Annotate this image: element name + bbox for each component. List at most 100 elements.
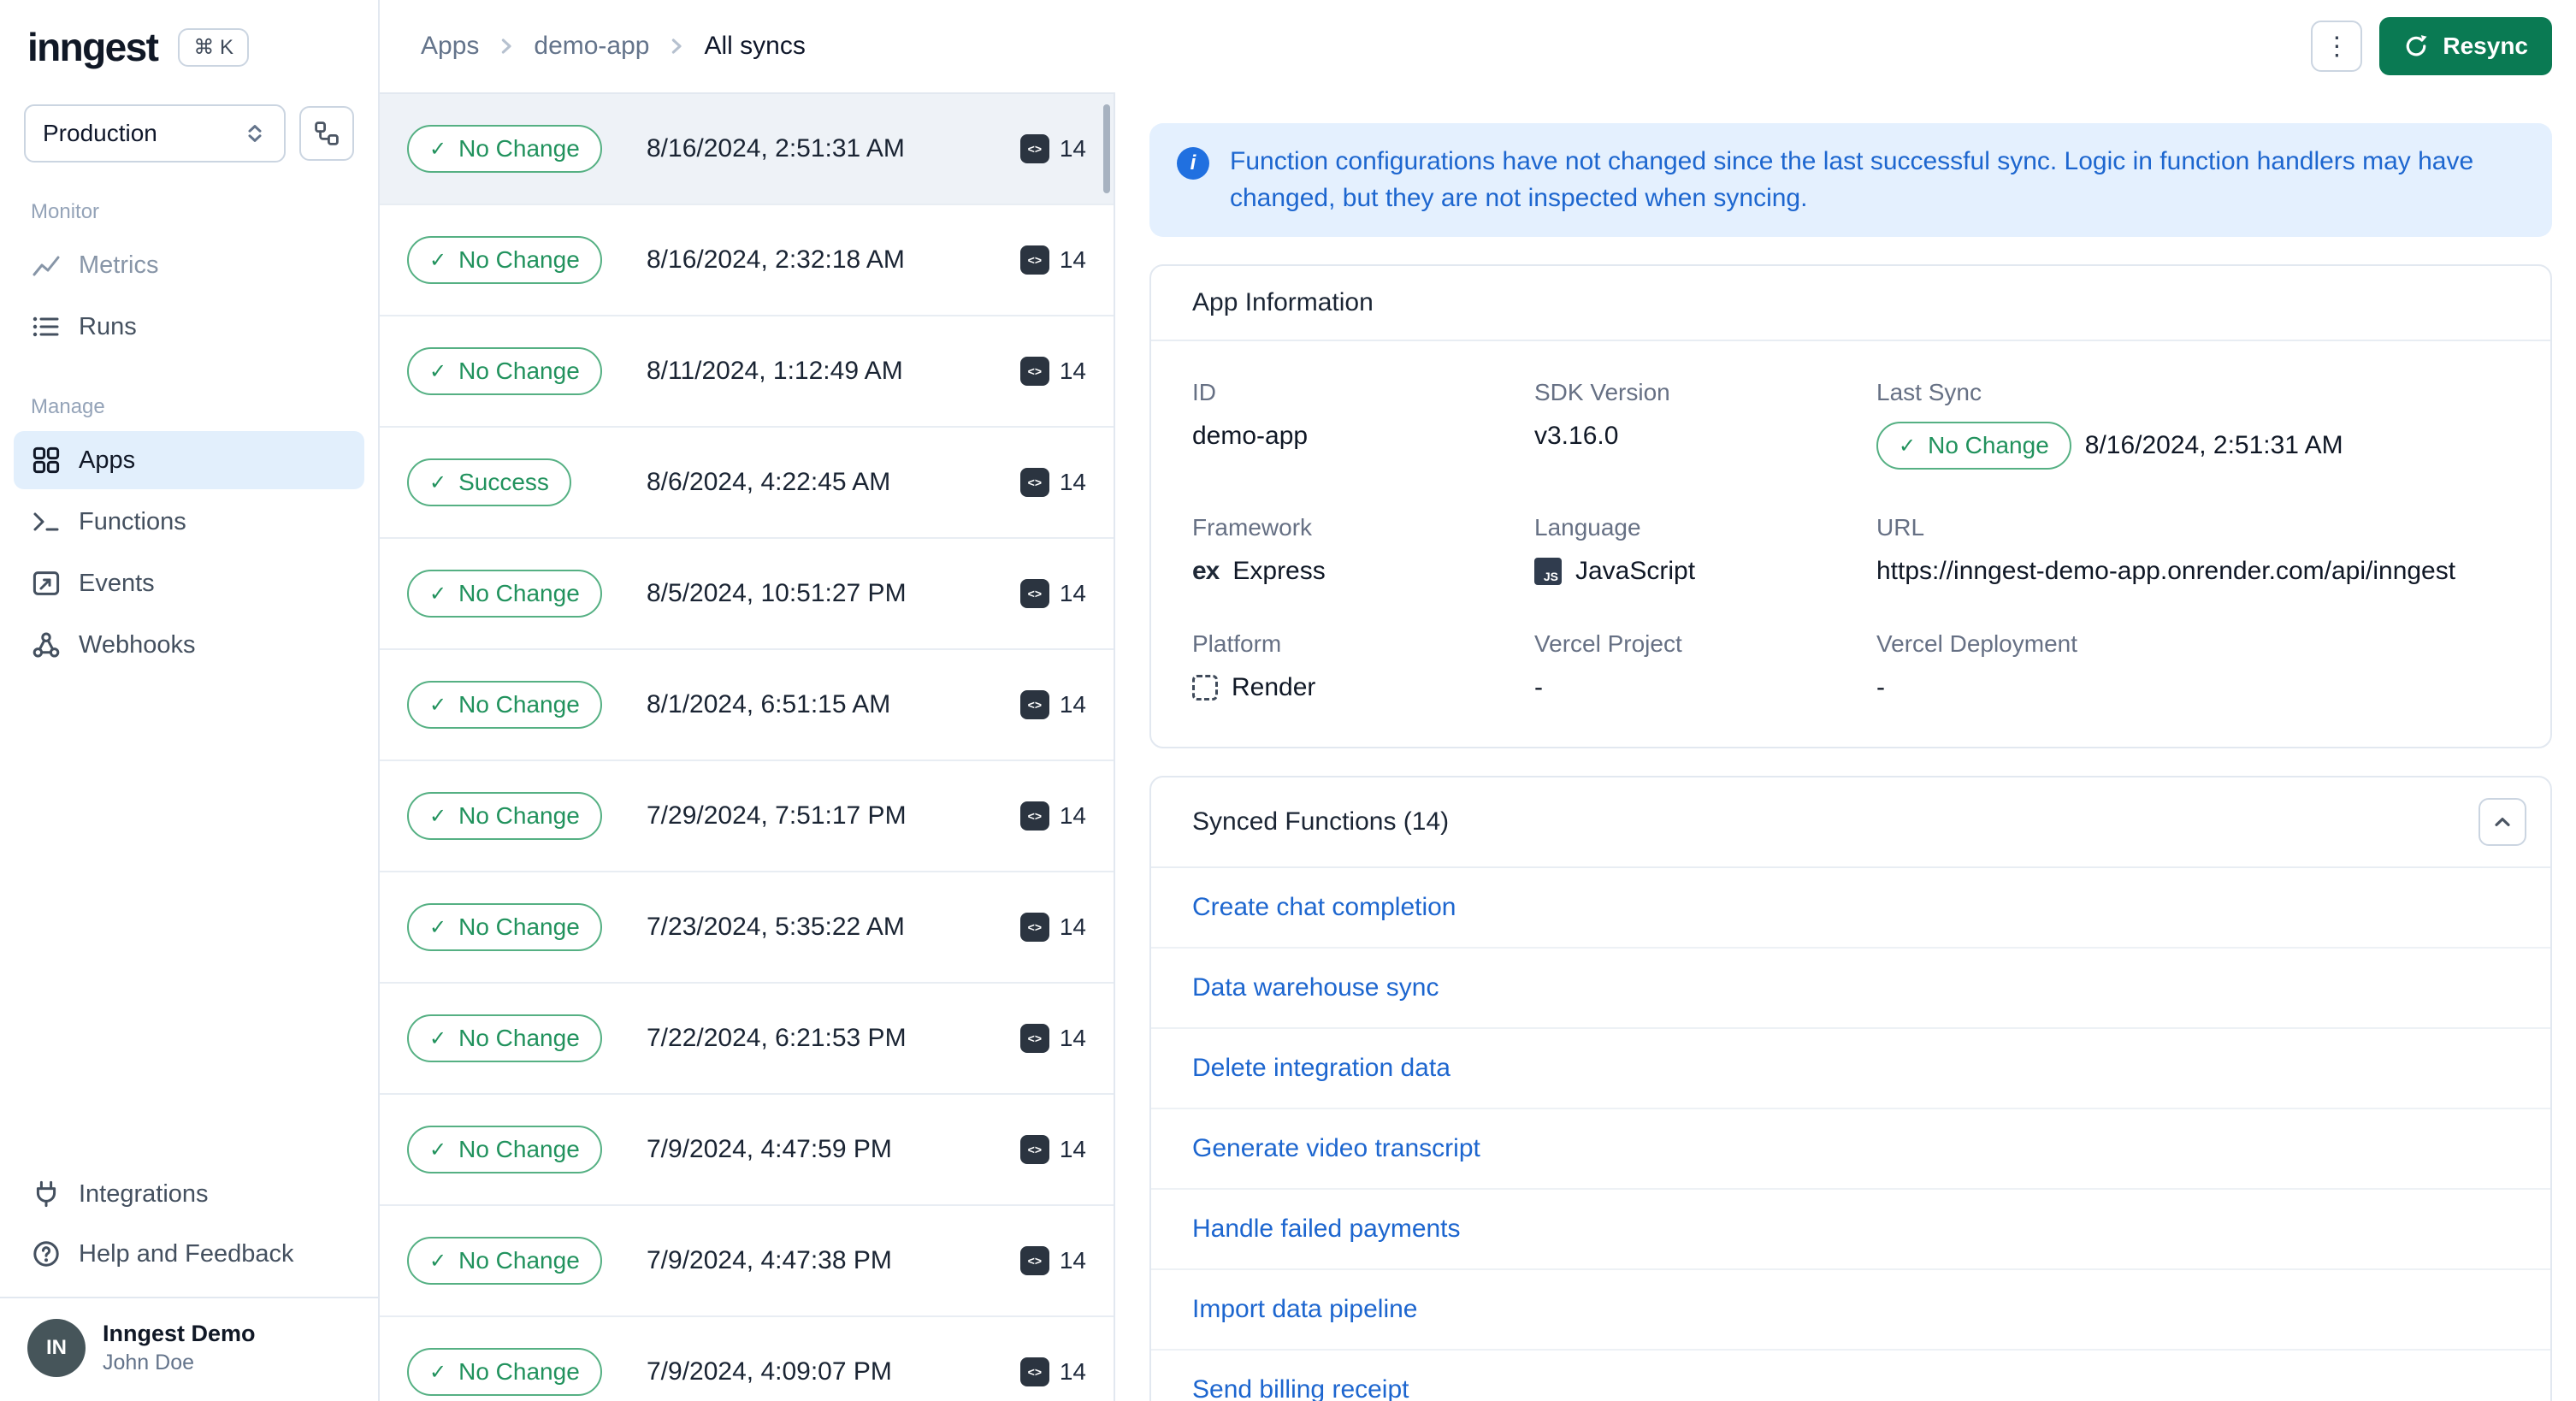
- synced-function-row[interactable]: Handle failed payments: [1151, 1190, 2550, 1271]
- field-url: URL https://inngest-demo-app.onrender.co…: [1876, 514, 2509, 586]
- environment-row: Production: [0, 104, 378, 163]
- function-count-icon: <>: [1019, 245, 1049, 275]
- function-link[interactable]: Import data pipeline: [1192, 1295, 1418, 1324]
- function-count-value: 14: [1059, 246, 1086, 273]
- function-link[interactable]: Send billing receipt: [1192, 1375, 1409, 1401]
- function-link[interactable]: Handle failed payments: [1192, 1215, 1461, 1244]
- sidebar-item-runs[interactable]: Runs: [14, 298, 364, 356]
- function-count-value: 14: [1059, 1136, 1086, 1162]
- sync-status-cell: ✓ No Change: [407, 792, 623, 840]
- integrations-icon: [31, 1179, 62, 1209]
- collapse-button[interactable]: [2479, 798, 2526, 847]
- synced-function-row[interactable]: Create chat completion: [1151, 868, 2550, 949]
- app-information-title: App Information: [1192, 288, 1374, 317]
- sync-list-item[interactable]: ✓ No Change 8/1/2024, 6:51:15 AM <> 14: [380, 650, 1114, 761]
- check-icon: ✓: [429, 248, 447, 272]
- function-link[interactable]: Generate video transcript: [1192, 1134, 1480, 1163]
- inngest-logo[interactable]: inngest: [27, 24, 159, 70]
- environment-settings-button[interactable]: [299, 106, 354, 161]
- scrollbar-thumb[interactable]: [1103, 104, 1110, 193]
- check-icon: ✓: [429, 693, 447, 717]
- sync-list-item[interactable]: ✓ No Change 7/22/2024, 6:21:53 PM <> 14: [380, 984, 1114, 1095]
- field-sdk-version: SDK Version v3.16.0: [1534, 379, 1876, 470]
- synced-function-row[interactable]: Data warehouse sync: [1151, 949, 2550, 1030]
- sync-list-item[interactable]: ✓ No Change 8/16/2024, 2:32:18 AM <> 14: [380, 205, 1114, 316]
- field-label: SDK Version: [1534, 379, 1670, 406]
- status-badge: ✓ No Change: [407, 125, 602, 173]
- field-last-sync: Last Sync ✓ No Change 8/16/2024, 2:51:31 …: [1876, 379, 2509, 470]
- sidebar-item-functions[interactable]: Functions: [14, 493, 364, 551]
- field-value: v3.16.0: [1534, 422, 1619, 451]
- breadcrumb-demo-app[interactable]: demo-app: [534, 32, 649, 61]
- sidebar-item-label: Webhooks: [79, 630, 196, 659]
- user-menu[interactable]: IN Inngest Demo John Doe: [0, 1297, 378, 1401]
- content-row: ✓ No Change 8/16/2024, 2:51:31 AM <> 14 ✓ N…: [380, 92, 2576, 1401]
- sync-list-item[interactable]: ✓ No Change 7/29/2024, 7:51:17 PM <> 14: [380, 761, 1114, 872]
- field-label: Framework: [1192, 514, 1313, 541]
- sidebar-item-events[interactable]: Events: [14, 554, 364, 612]
- synced-function-row[interactable]: Generate video transcript: [1151, 1109, 2550, 1191]
- field-value: -: [1876, 673, 1885, 702]
- sync-list-item[interactable]: ✓ No Change 7/9/2024, 4:47:38 PM <> 14: [380, 1206, 1114, 1317]
- synced-functions-list: Create chat completion Data warehouse sy…: [1151, 868, 2550, 1401]
- status-badge: ✓ No Change: [1876, 422, 2071, 470]
- chevron-right-icon: [666, 36, 687, 56]
- status-label: No Change: [458, 802, 580, 829]
- synced-function-row[interactable]: Delete integration data: [1151, 1029, 2550, 1110]
- sync-list-item[interactable]: ✓ No Change 8/11/2024, 1:12:49 AM <> 14: [380, 316, 1114, 428]
- sync-list-item[interactable]: ✓ Success 8/6/2024, 4:22:45 AM <> 14: [380, 428, 1114, 539]
- function-count-value: 14: [1059, 1358, 1086, 1385]
- sync-function-count: <> 14: [1019, 1246, 1086, 1275]
- synced-functions-card: Synced Functions (14) Create chat comple…: [1149, 776, 2552, 1401]
- sidebar-item-metrics[interactable]: Metrics: [14, 236, 364, 294]
- field-language: Language JS JavaScript: [1534, 514, 1876, 586]
- function-link[interactable]: Create chat completion: [1192, 893, 1456, 922]
- check-icon: ✓: [429, 582, 447, 606]
- field-value: https://inngest-demo-app.onrender.com/ap…: [1876, 557, 2456, 586]
- sync-list-item[interactable]: ✓ No Change 7/9/2024, 4:09:07 PM <> 14: [380, 1317, 1114, 1401]
- sync-list-item[interactable]: ✓ No Change 7/23/2024, 5:35:22 AM <> 14: [380, 872, 1114, 984]
- sidebar-item-help[interactable]: Help and Feedback: [14, 1225, 364, 1283]
- function-count-icon: <>: [1019, 801, 1049, 831]
- sidebar-item-apps[interactable]: Apps: [14, 431, 364, 489]
- refresh-icon: [2403, 33, 2429, 59]
- language-value: JavaScript: [1575, 557, 1696, 586]
- javascript-icon: JS: [1534, 558, 1562, 586]
- synced-functions-header: Synced Functions (14): [1151, 777, 2550, 869]
- status-badge: ✓ No Change: [407, 570, 602, 618]
- sync-list-item[interactable]: ✓ No Change 8/16/2024, 2:51:31 AM <> 14: [380, 94, 1114, 205]
- events-icon: [31, 568, 62, 599]
- sync-timestamp: 8/11/2024, 1:12:49 AM: [647, 357, 903, 385]
- status-label: No Change: [458, 913, 580, 940]
- field-label: Language: [1534, 514, 1641, 541]
- field-vercel-project: Vercel Project -: [1534, 630, 1876, 702]
- function-link[interactable]: Data warehouse sync: [1192, 973, 1439, 1002]
- resync-button[interactable]: Resync: [2379, 17, 2552, 75]
- synced-function-row[interactable]: Send billing receipt: [1151, 1351, 2550, 1401]
- sync-status-cell: ✓ No Change: [407, 1237, 623, 1285]
- webhooks-icon: [31, 630, 62, 660]
- breadcrumb-all-syncs: All syncs: [704, 32, 806, 60]
- sync-status-cell: ✓ No Change: [407, 1014, 623, 1062]
- field-value: JS JavaScript: [1534, 557, 1876, 586]
- function-link[interactable]: Delete integration data: [1192, 1054, 1450, 1083]
- sync-list-item[interactable]: ✓ No Change 8/5/2024, 10:51:27 PM <> 14: [380, 539, 1114, 650]
- breadcrumb-apps[interactable]: Apps: [421, 32, 479, 61]
- synced-function-row[interactable]: Import data pipeline: [1151, 1270, 2550, 1351]
- more-options-button[interactable]: ⋮: [2311, 21, 2363, 72]
- sync-detail-panel: i Function configurations have not chang…: [1115, 92, 2576, 1401]
- sidebar-item-webhooks[interactable]: Webhooks: [14, 616, 364, 674]
- function-count-value: 14: [1059, 691, 1086, 718]
- sync-status-cell: ✓ No Change: [407, 125, 623, 173]
- sync-function-count: <> 14: [1019, 134, 1086, 163]
- functions-icon: [31, 506, 62, 537]
- sync-timestamp: 7/9/2024, 4:47:38 PM: [647, 1246, 892, 1274]
- environment-select[interactable]: Production: [24, 104, 286, 163]
- status-label: No Change: [458, 358, 580, 384]
- command-k-shortcut[interactable]: ⌘ K: [178, 27, 250, 67]
- sync-list-item[interactable]: ✓ No Change 7/9/2024, 4:47:59 PM <> 14: [380, 1095, 1114, 1206]
- sidebar-item-integrations[interactable]: Integrations: [14, 1165, 364, 1223]
- field-label: Vercel Deployment: [1876, 630, 2078, 658]
- sidebar-item-label: Functions: [79, 507, 186, 535]
- app-information-header: App Information: [1151, 266, 2550, 342]
